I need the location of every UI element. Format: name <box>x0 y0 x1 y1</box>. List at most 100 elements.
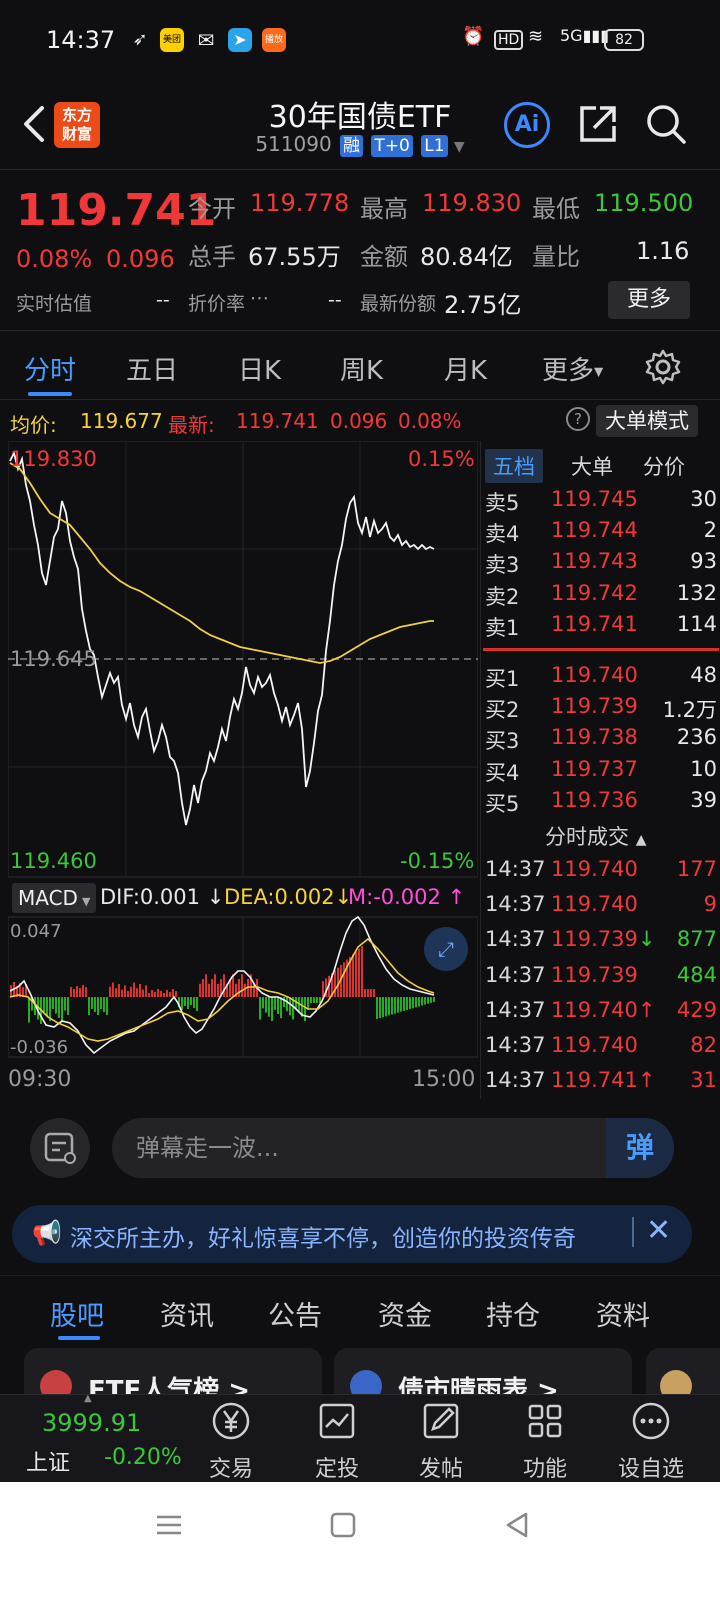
bid-level-row[interactable]: 买4 119.737 10 <box>485 757 717 788</box>
macd-bar <box>238 979 240 997</box>
ask-level-row[interactable]: 卖4 119.744 2 <box>485 518 717 549</box>
page-title: 30年国债ETF <box>268 100 452 135</box>
announcement-banner[interactable]: 📢 深交所主办，好礼惊喜享不停，创造你的投资传奇 ✕ <box>12 1205 692 1263</box>
trade-volume: 429 <box>676 997 717 1022</box>
settings-gear-icon[interactable] <box>644 348 682 386</box>
signal-app-icon: ➶ <box>132 29 148 50</box>
macd-bar <box>241 974 243 997</box>
share-icon[interactable] <box>576 102 620 146</box>
nav-invest-plan[interactable]: 定投 <box>292 1399 382 1483</box>
macd-bar <box>268 997 270 1017</box>
ai-button[interactable]: Ai <box>504 102 550 148</box>
comment-settings-icon[interactable] <box>30 1118 90 1178</box>
dif-value: DIF:0.001 ↓ <box>100 885 224 909</box>
card-partial[interactable] <box>646 1348 720 1394</box>
avatar <box>660 1370 692 1394</box>
nav-functions[interactable]: 功能 <box>500 1399 590 1483</box>
macd-bar <box>370 989 372 997</box>
megaphone-icon: 📢 <box>32 1219 62 1247</box>
bid-level-row[interactable]: 买1 119.740 48 <box>485 663 717 694</box>
trade-price-text: 119.740 <box>551 1033 638 1057</box>
close-icon[interactable]: ✕ <box>646 1213 671 1248</box>
chart-top-price: 119.830 <box>10 447 97 471</box>
time-end: 15:00 <box>412 1067 476 1092</box>
tab-five-levels[interactable]: 五档 <box>485 449 543 483</box>
macd-bar <box>433 997 435 1002</box>
macd-bar <box>190 997 192 1005</box>
card-etf-popularity[interactable]: ETF人气榜 > <box>24 1348 322 1394</box>
macd-bar <box>76 986 78 997</box>
fullscreen-expand-icon[interactable]: ⤢ <box>424 927 468 971</box>
trade-arrow: ↓ <box>637 927 656 952</box>
tab-daily-k[interactable]: 日K <box>238 350 281 387</box>
tab-monthly-k[interactable]: 月K <box>444 350 487 387</box>
trend-chart-icon <box>319 1403 355 1439</box>
index-ticker[interactable]: ▲ 3999.91 上证 -0.20% <box>0 1393 182 1483</box>
macd-bar <box>424 997 426 1005</box>
tab-five-day[interactable]: 五日 <box>126 350 178 387</box>
info-icon[interactable]: ⋯ <box>250 287 269 309</box>
macd-selector[interactable]: MACD ▼ <box>12 883 96 913</box>
intraday-chart[interactable]: 119.830 0.15% 119.645 119.460 -0.15% MAC… <box>8 441 478 1099</box>
feature-cards: ETF人气榜 > 债市晴雨表 > <box>0 1348 720 1394</box>
trade-volume: 82 <box>690 1033 717 1057</box>
tab-forum[interactable]: 股吧 <box>50 1294 104 1333</box>
ask-level-row[interactable]: 卖5 119.745 30 <box>485 487 717 518</box>
tab-weekly-k[interactable]: 周K <box>340 350 383 387</box>
nav-post[interactable]: 发帖 <box>396 1399 486 1483</box>
tab-price-distribution[interactable]: 分价 <box>643 451 685 481</box>
more-button[interactable]: 更多 <box>608 281 690 319</box>
macd-bar <box>376 997 378 1019</box>
ratio-value: 1.16 <box>636 237 690 265</box>
search-icon[interactable] <box>644 102 688 146</box>
bid-level-row[interactable]: 买3 119.738 236 <box>485 725 717 756</box>
ask-level-row[interactable]: 卖1 119.741 114 <box>485 612 717 643</box>
section-tabs: 股吧 资讯 公告 资金 持仓 资料 <box>0 1275 720 1345</box>
level-volume: 10 <box>690 756 717 781</box>
danmu-toggle-button[interactable]: 弹 <box>606 1118 674 1178</box>
macd-bar <box>61 997 63 1023</box>
nav-trade[interactable]: 交易 <box>186 1399 276 1483</box>
macd-bar <box>391 997 393 1015</box>
big-order-mode-button[interactable]: 大单模式 <box>596 405 698 437</box>
macd-bar <box>289 997 291 1016</box>
bid-level-row[interactable]: 买2 119.739 1.2万 <box>485 694 717 725</box>
wifi-icon: ≋ <box>528 26 544 47</box>
tab-more[interactable]: 更多▼ <box>542 350 603 387</box>
macd-bar <box>310 997 312 1003</box>
macd-bar <box>112 982 114 997</box>
status-bar: 14:37 ➶ 美团 ✉ ➤ 播放 ⏰ HD ≋ 5G▮▮▮ 82 <box>0 0 720 80</box>
level-price: 119.740 <box>551 663 638 687</box>
back-arrow-icon[interactable] <box>16 102 56 146</box>
tab-big-orders[interactable]: 大单 <box>571 451 613 481</box>
security-code-row[interactable]: 511090 融 T+0 L1 ▼ <box>200 132 520 157</box>
help-icon[interactable]: ? <box>566 407 590 431</box>
tab-funds[interactable]: 资金 <box>378 1294 432 1333</box>
tab-announcements[interactable]: 公告 <box>268 1294 322 1333</box>
card-bond-barometer[interactable]: 债市晴雨表 > <box>334 1348 632 1394</box>
menu-icon[interactable] <box>154 1510 184 1540</box>
tab-holdings[interactable]: 持仓 <box>486 1294 540 1333</box>
tab-underline <box>28 392 72 396</box>
tab-profile[interactable]: 资料 <box>596 1294 650 1333</box>
bid-level-row[interactable]: 买5 119.736 39 <box>485 788 717 819</box>
macd-bar <box>211 979 213 997</box>
ask-level-row[interactable]: 卖3 119.743 93 <box>485 549 717 580</box>
amount-value: 80.84亿 <box>420 243 513 271</box>
trades-title[interactable]: 分时成交 ▲ <box>545 821 646 851</box>
nav-watchlist[interactable]: 设自选 <box>606 1399 696 1483</box>
nav-invest-plan-label: 定投 <box>314 1457 359 1482</box>
order-book-tabs: 五档 大单 分价 <box>481 445 720 485</box>
ask-level-row[interactable]: 卖2 119.742 132 <box>485 581 717 612</box>
danmu-input[interactable]: 弹幕走一波... 弹 <box>112 1118 674 1178</box>
back-triangle-icon[interactable] <box>502 1510 532 1540</box>
home-icon[interactable] <box>328 1510 358 1540</box>
level-price: 119.743 <box>551 549 638 574</box>
macd-bar <box>94 997 96 1012</box>
macd-bar <box>175 991 177 997</box>
ratio-label: 量比 <box>532 243 580 271</box>
tab-news[interactable]: 资讯 <box>160 1294 214 1333</box>
tab-intraday[interactable]: 分时 <box>24 350 76 387</box>
trade-arrow: ↑ <box>637 997 656 1022</box>
trade-row: 14:37 119.740 82 <box>485 1033 717 1068</box>
